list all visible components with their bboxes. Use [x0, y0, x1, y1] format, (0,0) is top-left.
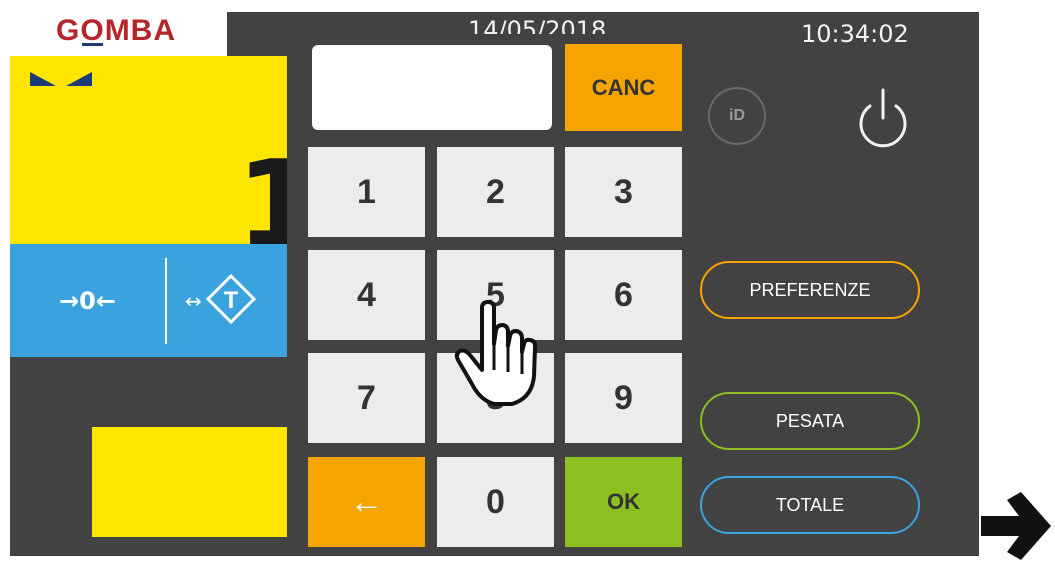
svg-text:T: T	[224, 287, 239, 314]
svg-text:↔: ↔	[185, 289, 202, 313]
key-1[interactable]: 1	[308, 147, 425, 237]
weight-display: 1	[10, 56, 287, 244]
keypad-input[interactable]	[312, 45, 552, 130]
weighing-button[interactable]: PESATA	[700, 392, 920, 450]
zero-button[interactable]: →0←	[10, 244, 165, 357]
next-arrow-icon	[981, 492, 1051, 560]
key-6[interactable]: 6	[565, 250, 682, 340]
key-3[interactable]: 3	[565, 147, 682, 237]
ok-button[interactable]: OK	[565, 457, 682, 547]
time-display: 10:34:02	[801, 20, 909, 48]
pointer-hand-icon	[454, 300, 538, 406]
cancel-button[interactable]: CANC	[565, 44, 682, 131]
key-9[interactable]: 9	[565, 353, 682, 443]
tare-button[interactable]: ↔ T	[167, 244, 287, 357]
secondary-display	[92, 427, 287, 537]
key-7[interactable]: 7	[308, 353, 425, 443]
tare-icon: ↔ T	[185, 273, 257, 325]
key-2[interactable]: 2	[437, 147, 554, 237]
backspace-button[interactable]: ←	[308, 457, 425, 547]
key-4[interactable]: 4	[308, 250, 425, 340]
preferences-button[interactable]: PREFERENZE	[700, 261, 920, 319]
date-display: 14/05/2018	[468, 16, 607, 34]
total-button[interactable]: TOTALE	[700, 476, 920, 534]
id-button[interactable]: iD	[708, 87, 766, 145]
power-icon	[859, 88, 907, 148]
level-indicator-icon	[30, 72, 92, 86]
weight-value: 1	[236, 136, 287, 245]
brand-logo: GOMBA	[56, 14, 177, 47]
key-0[interactable]: 0	[437, 457, 554, 547]
zero-tare-bar: →0← ↔ T	[10, 244, 287, 357]
power-button[interactable]	[848, 84, 918, 154]
